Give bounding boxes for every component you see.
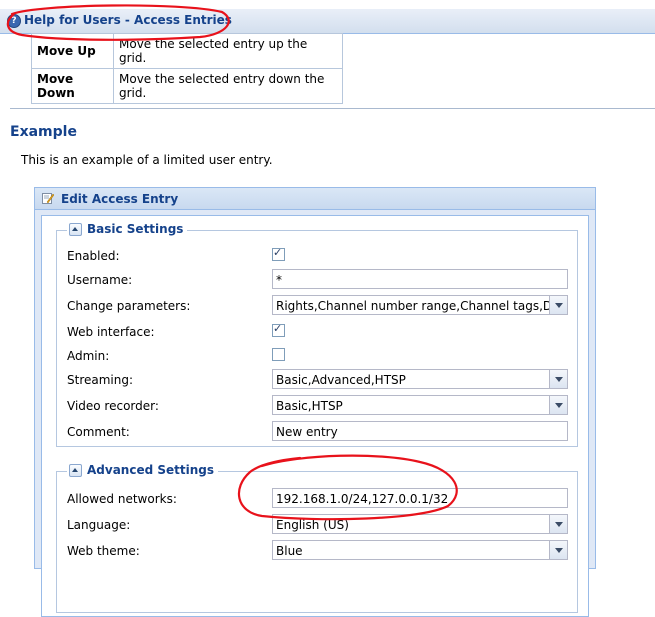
chevron-down-icon[interactable] — [549, 296, 567, 314]
advanced-settings-fieldset: Advanced Settings Allowed networks: 192.… — [56, 463, 578, 613]
row-change-parameters: Change parameters: Rights,Channel number… — [67, 295, 573, 317]
web-interface-checkbox[interactable] — [272, 322, 285, 337]
edit-access-entry-panel: Edit Access Entry Basic Settings Enabled… — [34, 187, 596, 617]
panel-header: Edit Access Entry — [35, 188, 595, 210]
streaming-label: Streaming: — [67, 373, 134, 387]
streaming-combo[interactable]: Basic,Advanced,HTSP — [272, 369, 568, 389]
chevron-down-icon[interactable] — [549, 541, 567, 559]
language-label: Language: — [67, 518, 131, 532]
row-allowed-networks: Allowed networks: 192.168.1.0/24,127.0.0… — [67, 488, 573, 510]
web-interface-label: Web interface: — [67, 325, 155, 339]
username-label: Username: — [67, 273, 133, 287]
username-input[interactable]: * — [272, 269, 568, 289]
edit-icon — [42, 193, 54, 204]
change-parameters-label: Change parameters: — [67, 299, 191, 313]
help-key: Move Down — [31, 68, 114, 104]
collapse-advanced-button[interactable] — [69, 463, 82, 477]
table-row: Move Down Move the selected entry down t… — [31, 68, 343, 104]
advanced-settings-legend: Advanced Settings — [67, 463, 219, 477]
row-language: Language: English (US) — [67, 514, 573, 536]
row-streaming: Streaming: Basic,Advanced,HTSP — [67, 369, 573, 391]
change-parameters-value: Rights,Channel number range,Channel tags… — [276, 299, 549, 313]
row-enabled: Enabled: — [67, 245, 573, 267]
basic-settings-title: Basic Settings — [87, 222, 184, 236]
collapse-basic-button[interactable] — [69, 222, 82, 236]
change-parameters-combo[interactable]: Rights,Channel number range,Channel tags… — [272, 295, 568, 315]
row-admin: Admin: — [67, 345, 573, 367]
enabled-label: Enabled: — [67, 249, 120, 263]
basic-settings-fieldset: Basic Settings Enabled: Username: * Chan… — [56, 222, 578, 447]
row-comment: Comment: New entry — [67, 421, 573, 443]
allowed-networks-label: Allowed networks: — [67, 492, 177, 506]
enabled-checkbox[interactable] — [272, 246, 285, 261]
language-value: English (US) — [276, 518, 349, 532]
help-desc: Move the selected entry up the grid. — [113, 33, 343, 69]
help-key: Move Up — [31, 33, 114, 69]
advanced-settings-title: Advanced Settings — [87, 463, 215, 477]
help-title: Help for Users - Access Entries — [24, 13, 232, 27]
divider — [10, 108, 655, 109]
row-web-theme: Web theme: Blue — [67, 540, 573, 562]
streaming-value: Basic,Advanced,HTSP — [276, 373, 406, 387]
video-recorder-label: Video recorder: — [67, 399, 159, 413]
row-web-interface: Web interface: — [67, 321, 573, 343]
comment-label: Comment: — [67, 425, 130, 439]
basic-settings-legend: Basic Settings — [67, 222, 188, 236]
video-recorder-value: Basic,HTSP — [276, 399, 343, 413]
panel-body: Basic Settings Enabled: Username: * Chan… — [41, 215, 589, 617]
comment-input[interactable]: New entry — [272, 421, 568, 441]
row-username: Username: * — [67, 269, 573, 291]
chevron-down-icon[interactable] — [549, 370, 567, 388]
help-header: ? Help for Users - Access Entries — [0, 9, 655, 34]
chevron-down-icon[interactable] — [549, 515, 567, 533]
language-combo[interactable]: English (US) — [272, 514, 568, 534]
admin-checkbox[interactable] — [272, 348, 285, 361]
example-text: This is an example of a limited user ent… — [21, 153, 273, 167]
help-icon: ? — [7, 14, 21, 28]
help-desc: Move the selected entry down the grid. — [113, 68, 343, 104]
web-theme-value: Blue — [276, 544, 303, 558]
table-row: Move Up Move the selected entry up the g… — [31, 33, 343, 69]
example-heading: Example — [10, 124, 77, 140]
web-theme-label: Web theme: — [67, 544, 140, 558]
allowed-networks-input[interactable]: 192.168.1.0/24,127.0.0.1/32 — [272, 488, 568, 508]
panel-title: Edit Access Entry — [61, 192, 179, 206]
video-recorder-combo[interactable]: Basic,HTSP — [272, 395, 568, 415]
web-theme-combo[interactable]: Blue — [272, 540, 568, 560]
chevron-down-icon[interactable] — [549, 396, 567, 414]
row-video-recorder: Video recorder: Basic,HTSP — [67, 395, 573, 417]
help-table: Move Up Move the selected entry up the g… — [31, 33, 343, 104]
admin-label: Admin: — [67, 349, 110, 363]
